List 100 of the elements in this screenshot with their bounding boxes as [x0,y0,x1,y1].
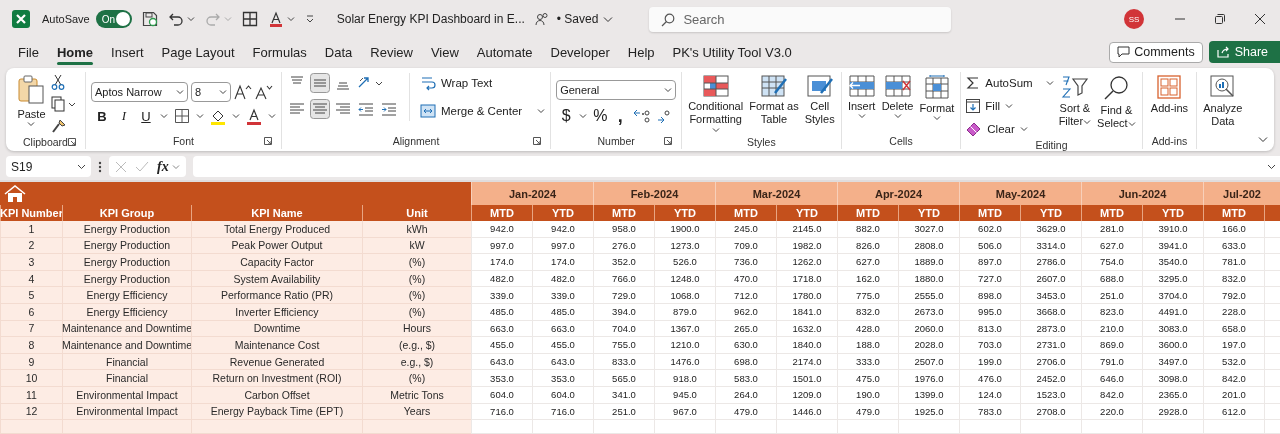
cell-styles-button[interactable]: Cell Styles [803,73,836,128]
fill-button[interactable]: Fill [966,96,1013,116]
table-cell: (%) [362,254,471,271]
delete-cells-button[interactable]: Delete [880,73,915,121]
autosave-toggle[interactable]: On [95,10,132,28]
wrap-text-button[interactable]: Wrap Text [419,73,546,93]
font-color-icon[interactable] [267,11,284,27]
copy-icon[interactable] [50,96,75,112]
column-header: KPI Number [0,205,62,221]
paste-button[interactable]: Paste [16,73,47,129]
caret-icon[interactable] [579,113,588,119]
table-cell: 646.0 [1081,370,1142,387]
menu-tab[interactable]: Developer [542,40,618,64]
percent-button[interactable]: % [593,107,608,125]
table-cell: 583.0 [715,370,776,387]
table-cell [1264,287,1280,304]
menu-tab[interactable]: Page Layout [153,40,243,64]
font-color-icon[interactable] [245,107,262,125]
save-status-button[interactable]: • Saved [556,12,614,26]
table-cell: Total Energy Produced [191,221,362,238]
caret-icon [1005,103,1013,109]
dialog-launcher-icon[interactable] [664,137,673,145]
menu-tab[interactable]: Data [316,40,361,64]
number-format-field[interactable]: General [556,79,677,100]
caret-icon[interactable] [186,16,195,22]
menu-tab[interactable]: Formulas [244,40,315,64]
underline-button[interactable]: U [137,108,154,124]
caret-icon[interactable] [195,113,204,119]
autosum-button[interactable]: AutoSum [966,73,1054,93]
comma-button[interactable]: , [613,105,628,127]
collapse-ribbon-icon[interactable] [1258,136,1268,143]
people-icon[interactable] [534,12,549,26]
shrink-font-icon[interactable] [254,83,273,100]
borders-icon[interactable] [173,108,190,124]
table-cell: 630.0 [715,337,776,354]
caret-icon[interactable] [267,113,276,119]
table-cell: Performance Ratio (PR) [191,287,362,304]
close-icon[interactable] [1254,13,1266,25]
caret-icon[interactable] [286,16,295,22]
format-as-table-button[interactable]: Format as Table [748,73,800,128]
analyze-data-button[interactable]: Analyze Data [1202,73,1244,130]
menu-tab[interactable]: Review [362,40,421,64]
align-center-icon[interactable] [309,99,330,119]
table-cell [1081,420,1142,434]
menu-tab[interactable]: Automate [468,40,541,64]
menu-tab[interactable]: Home [48,40,102,64]
font-name-field[interactable]: Aptos Narrow [90,81,188,102]
menu-tab[interactable]: File [10,40,47,64]
menu-tab[interactable]: Insert [103,40,152,64]
dialog-launcher-icon[interactable] [263,137,272,145]
check-icon[interactable] [135,160,149,173]
name-box[interactable]: S19 [6,156,91,177]
caret-icon[interactable] [159,113,168,119]
table-cell: 166.0 [1203,221,1264,238]
menu-tab[interactable]: View [422,40,467,64]
font-size-field[interactable]: 8 [190,81,231,102]
save-icon[interactable] [141,11,158,27]
delete-cells-icon [883,75,912,97]
table-cell: 1210.0 [654,337,715,354]
caret-icon [711,127,720,133]
grow-font-icon[interactable] [233,83,252,100]
table-cell: 1840.0 [776,337,837,354]
insert-cells-button[interactable]: Insert [846,73,877,121]
more-options-icon[interactable] [98,160,102,173]
italic-button[interactable]: I [115,108,132,124]
undo-icon[interactable] [167,11,184,27]
table-cell [715,420,776,434]
table-cell: 3704.0 [1142,287,1203,304]
find-select-button[interactable]: Find & Select [1096,73,1137,132]
decrease-decimal-icon[interactable] [657,108,672,124]
search-field[interactable]: Search [649,6,952,32]
currency-button[interactable]: $ [559,107,574,125]
user-avatar[interactable]: SS [1124,9,1144,29]
caret-icon[interactable] [231,113,240,119]
month-header: Apr-2024 [837,182,959,205]
align-middle-icon[interactable] [309,73,330,93]
scissors-icon[interactable] [50,74,65,90]
menu-tab[interactable]: Help [619,40,663,64]
add-ins-button[interactable]: Add-ins [1149,73,1190,117]
dialog-launcher-icon[interactable] [67,137,76,146]
increase-decimal-icon[interactable] [633,108,652,124]
share-button[interactable]: Share [1208,41,1280,63]
table-cell: 281.0 [1081,221,1142,238]
clear-button[interactable]: Clear [966,119,1028,139]
sort-filter-button[interactable]: Sort & Filter [1057,73,1093,130]
borders-icon[interactable] [241,11,258,27]
comments-button[interactable]: Comments [1109,41,1203,63]
customize-toolbar-icon[interactable] [304,14,315,24]
formula-field[interactable] [192,156,1280,177]
restore-icon[interactable] [1214,13,1226,25]
table-cell [959,420,1020,434]
bold-button[interactable]: B [93,108,110,124]
table-cell: 1501.0 [776,370,837,387]
format-cells-button[interactable]: Format [918,73,956,123]
merge-center-button[interactable]: Merge & Center [419,101,546,121]
home-icon[interactable] [4,184,26,203]
conditional-formatting-button[interactable]: Conditional Formatting [687,73,745,135]
menu-tab[interactable]: PK's Utility Tool V3.0 [664,40,800,64]
dialog-launcher-icon[interactable] [533,137,542,145]
format-painter-icon[interactable] [50,118,67,134]
